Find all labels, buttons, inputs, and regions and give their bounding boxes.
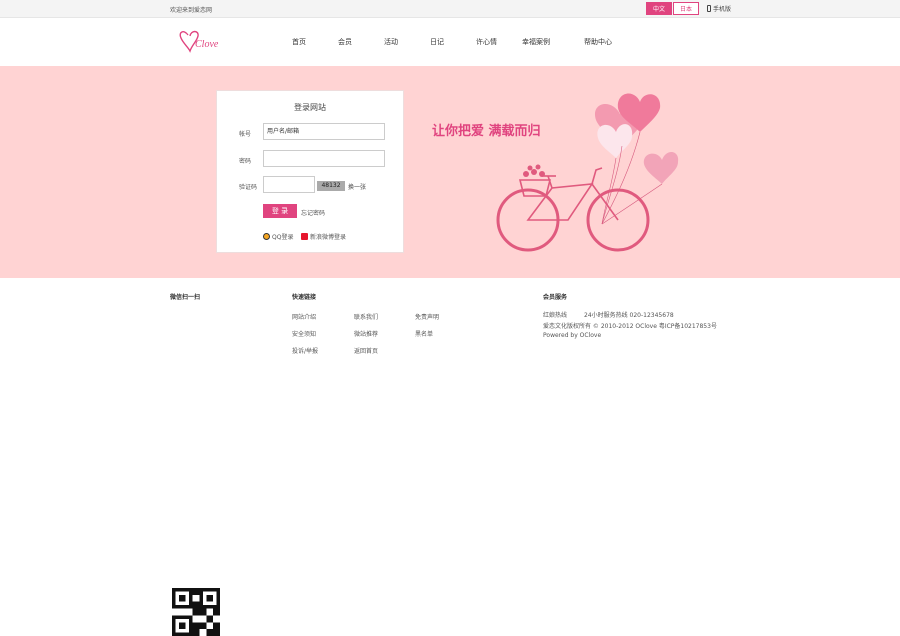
member-service-title: 会员服务 bbox=[543, 294, 568, 301]
qr-code bbox=[172, 588, 220, 636]
footer-link-report[interactable]: 投诉/举报 bbox=[292, 346, 318, 355]
language-switch: 中文 日本 bbox=[646, 2, 699, 15]
account-label: 帐号 bbox=[239, 131, 252, 138]
qq-icon bbox=[263, 233, 270, 240]
footer-link-about[interactable]: 网站介绍 bbox=[292, 312, 316, 321]
phone-icon bbox=[707, 5, 711, 12]
flower-basket bbox=[523, 164, 545, 177]
service-hotline: 24小时服务热线 020-12345678 bbox=[584, 312, 674, 319]
footer-link-recommend[interactable]: 微站推荐 bbox=[354, 329, 378, 338]
weibo-icon bbox=[301, 233, 308, 240]
qq-login-link[interactable]: QQ登录 bbox=[263, 232, 293, 241]
weibo-login-link[interactable]: 新浪微博登录 bbox=[301, 232, 346, 241]
captcha-refresh-link[interactable]: 换一张 bbox=[348, 182, 366, 191]
site-logo[interactable]: Clove bbox=[178, 26, 234, 56]
captcha-input[interactable] bbox=[263, 176, 315, 193]
footer-link-home[interactable]: 返回首页 bbox=[354, 346, 378, 355]
powered-by-text: Powered by OClove bbox=[543, 332, 602, 339]
footer-link-blacklist[interactable]: 黑名单 bbox=[415, 329, 433, 338]
login-panel: 登录网站 帐号 用户名/邮箱 密码 验证码 48132 换一张 登 录 忘记密码… bbox=[216, 90, 404, 253]
password-label: 密码 bbox=[239, 158, 252, 165]
wechat-follow-title: 微信扫一扫 bbox=[170, 294, 201, 301]
quick-links-title: 快速链接 bbox=[292, 294, 317, 301]
footer-link-contact[interactable]: 联系我们 bbox=[354, 312, 378, 321]
language-chinese-button[interactable]: 中文 bbox=[646, 2, 672, 15]
nav-item-members[interactable]: 会员 bbox=[338, 37, 384, 47]
captcha-image: 48132 bbox=[317, 181, 345, 191]
password-input[interactable] bbox=[263, 150, 385, 167]
nav-item-mood[interactable]: 许心情 bbox=[476, 37, 522, 47]
main-nav: 首页 会员 活动 日记 许心情 幸福案例 帮助中心 bbox=[292, 37, 630, 47]
bicycle-balloons-illustration bbox=[496, 93, 679, 252]
login-button[interactable]: 登 录 bbox=[263, 204, 297, 218]
footer-link-disclaimer[interactable]: 免责声明 bbox=[415, 312, 439, 321]
hero-banner: 登录网站 帐号 用户名/邮箱 密码 验证码 48132 换一张 登 录 忘记密码… bbox=[0, 66, 900, 278]
nav-item-help[interactable]: 帮助中心 bbox=[584, 37, 630, 47]
copyright-text: 爱恋文化版权所有 © 2010-2012 OClove 粤ICP备1021785… bbox=[543, 323, 717, 330]
language-japanese-button[interactable]: 日本 bbox=[673, 2, 699, 15]
matchmaker-hotline-label: 红娘热线 bbox=[543, 312, 568, 319]
weibo-login-label: 新浪微博登录 bbox=[310, 234, 347, 241]
site-footer: 微信扫一扫 快速链接 网站介绍 安全须知 投诉/举报 联系我们 微站推荐 返回首… bbox=[0, 278, 900, 636]
nav-item-success-stories[interactable]: 幸福案例 bbox=[522, 37, 584, 47]
svg-text:Clove: Clove bbox=[195, 39, 219, 50]
mobile-version-link[interactable]: 手机版 bbox=[707, 4, 731, 13]
login-title: 登录网站 bbox=[294, 103, 326, 112]
welcome-text: 欢迎来到爱恋网 bbox=[170, 7, 213, 14]
qq-login-label: QQ登录 bbox=[272, 234, 294, 241]
account-input[interactable]: 用户名/邮箱 bbox=[263, 123, 385, 140]
forgot-password-link[interactable]: 忘记密码 bbox=[301, 208, 325, 217]
top-bar: 欢迎来到爱恋网 中文 日本 手机版 bbox=[0, 0, 900, 18]
site-header: Clove 首页 会员 活动 日记 许心情 幸福案例 帮助中心 bbox=[0, 18, 900, 66]
footer-link-safety[interactable]: 安全须知 bbox=[292, 329, 316, 338]
nav-item-events[interactable]: 活动 bbox=[384, 37, 430, 47]
mobile-version-label: 手机版 bbox=[713, 6, 732, 13]
nav-item-home[interactable]: 首页 bbox=[292, 37, 338, 47]
captcha-label: 验证码 bbox=[239, 184, 258, 191]
heart-balloons bbox=[594, 93, 679, 184]
nav-item-diary[interactable]: 日记 bbox=[430, 37, 476, 47]
